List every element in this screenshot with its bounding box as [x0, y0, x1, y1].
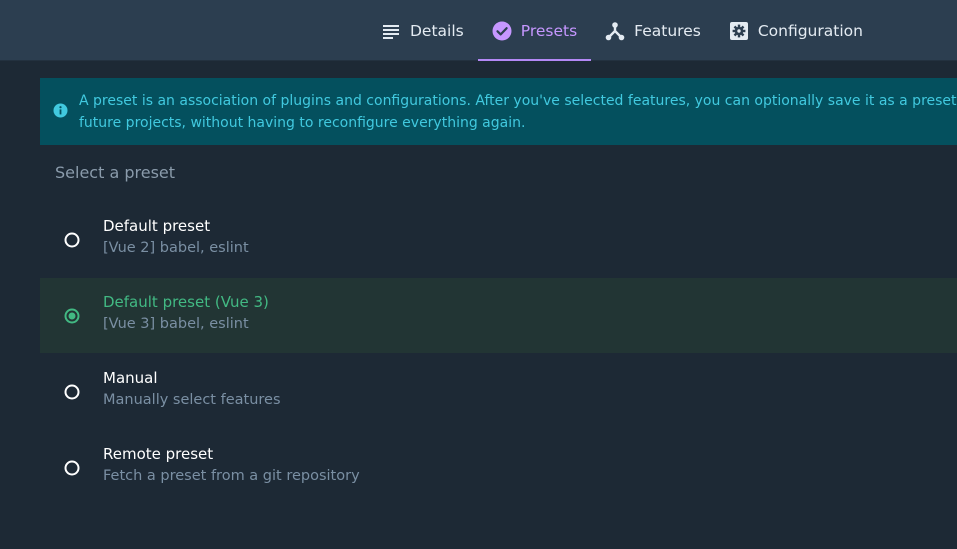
top-navigation-bar: Details Presets Features Configuration	[0, 0, 957, 61]
info-text-line-1: A preset is an association of plugins an…	[79, 93, 957, 109]
preset-manual[interactable]: Manual Manually select features	[40, 354, 957, 429]
radio-unchecked-icon[interactable]	[64, 232, 80, 248]
radio-unchecked-icon[interactable]	[64, 460, 80, 476]
preset-description: Fetch a preset from a git repository	[103, 468, 360, 484]
info-text: A preset is an association of plugins an…	[79, 90, 957, 134]
gear-icon	[729, 21, 749, 41]
tab-features[interactable]: Features	[591, 0, 715, 61]
tab-bar: Details Presets Features Configuration	[367, 0, 877, 61]
preset-description: [Vue 3] babel, eslint	[103, 316, 249, 332]
info-icon	[53, 103, 68, 118]
check-circle-icon	[492, 21, 512, 41]
preset-name: Default preset	[103, 217, 211, 235]
info-text-line-2: future projects, without having to recon…	[79, 115, 526, 131]
list-icon	[381, 21, 401, 41]
tab-configuration-label: Configuration	[757, 21, 863, 40]
tab-details[interactable]: Details	[367, 0, 478, 61]
radio-checked-icon[interactable]	[64, 308, 80, 324]
tab-features-label: Features	[634, 21, 701, 40]
preset-default-vue3[interactable]: Default preset (Vue 3) [Vue 3] babel, es…	[40, 278, 957, 353]
preset-description: Manually select features	[103, 392, 281, 408]
preset-default[interactable]: Default preset [Vue 2] babel, eslint	[40, 202, 957, 277]
preset-remote[interactable]: Remote preset Fetch a preset from a git …	[40, 430, 957, 505]
info-banner: A preset is an association of plugins an…	[40, 78, 957, 145]
fork-icon	[605, 21, 625, 41]
radio-unchecked-icon[interactable]	[64, 384, 80, 400]
select-preset-label: Select a preset	[55, 163, 176, 182]
tab-configuration[interactable]: Configuration	[715, 0, 877, 61]
tab-presets[interactable]: Presets	[477, 0, 592, 61]
preset-name: Remote preset	[103, 445, 214, 463]
preset-name: Default preset (Vue 3)	[103, 293, 269, 311]
tab-presets-label: Presets	[520, 21, 578, 40]
preset-name: Manual	[103, 369, 158, 387]
tab-details-label: Details	[410, 21, 464, 40]
preset-description: [Vue 2] babel, eslint	[103, 240, 249, 256]
